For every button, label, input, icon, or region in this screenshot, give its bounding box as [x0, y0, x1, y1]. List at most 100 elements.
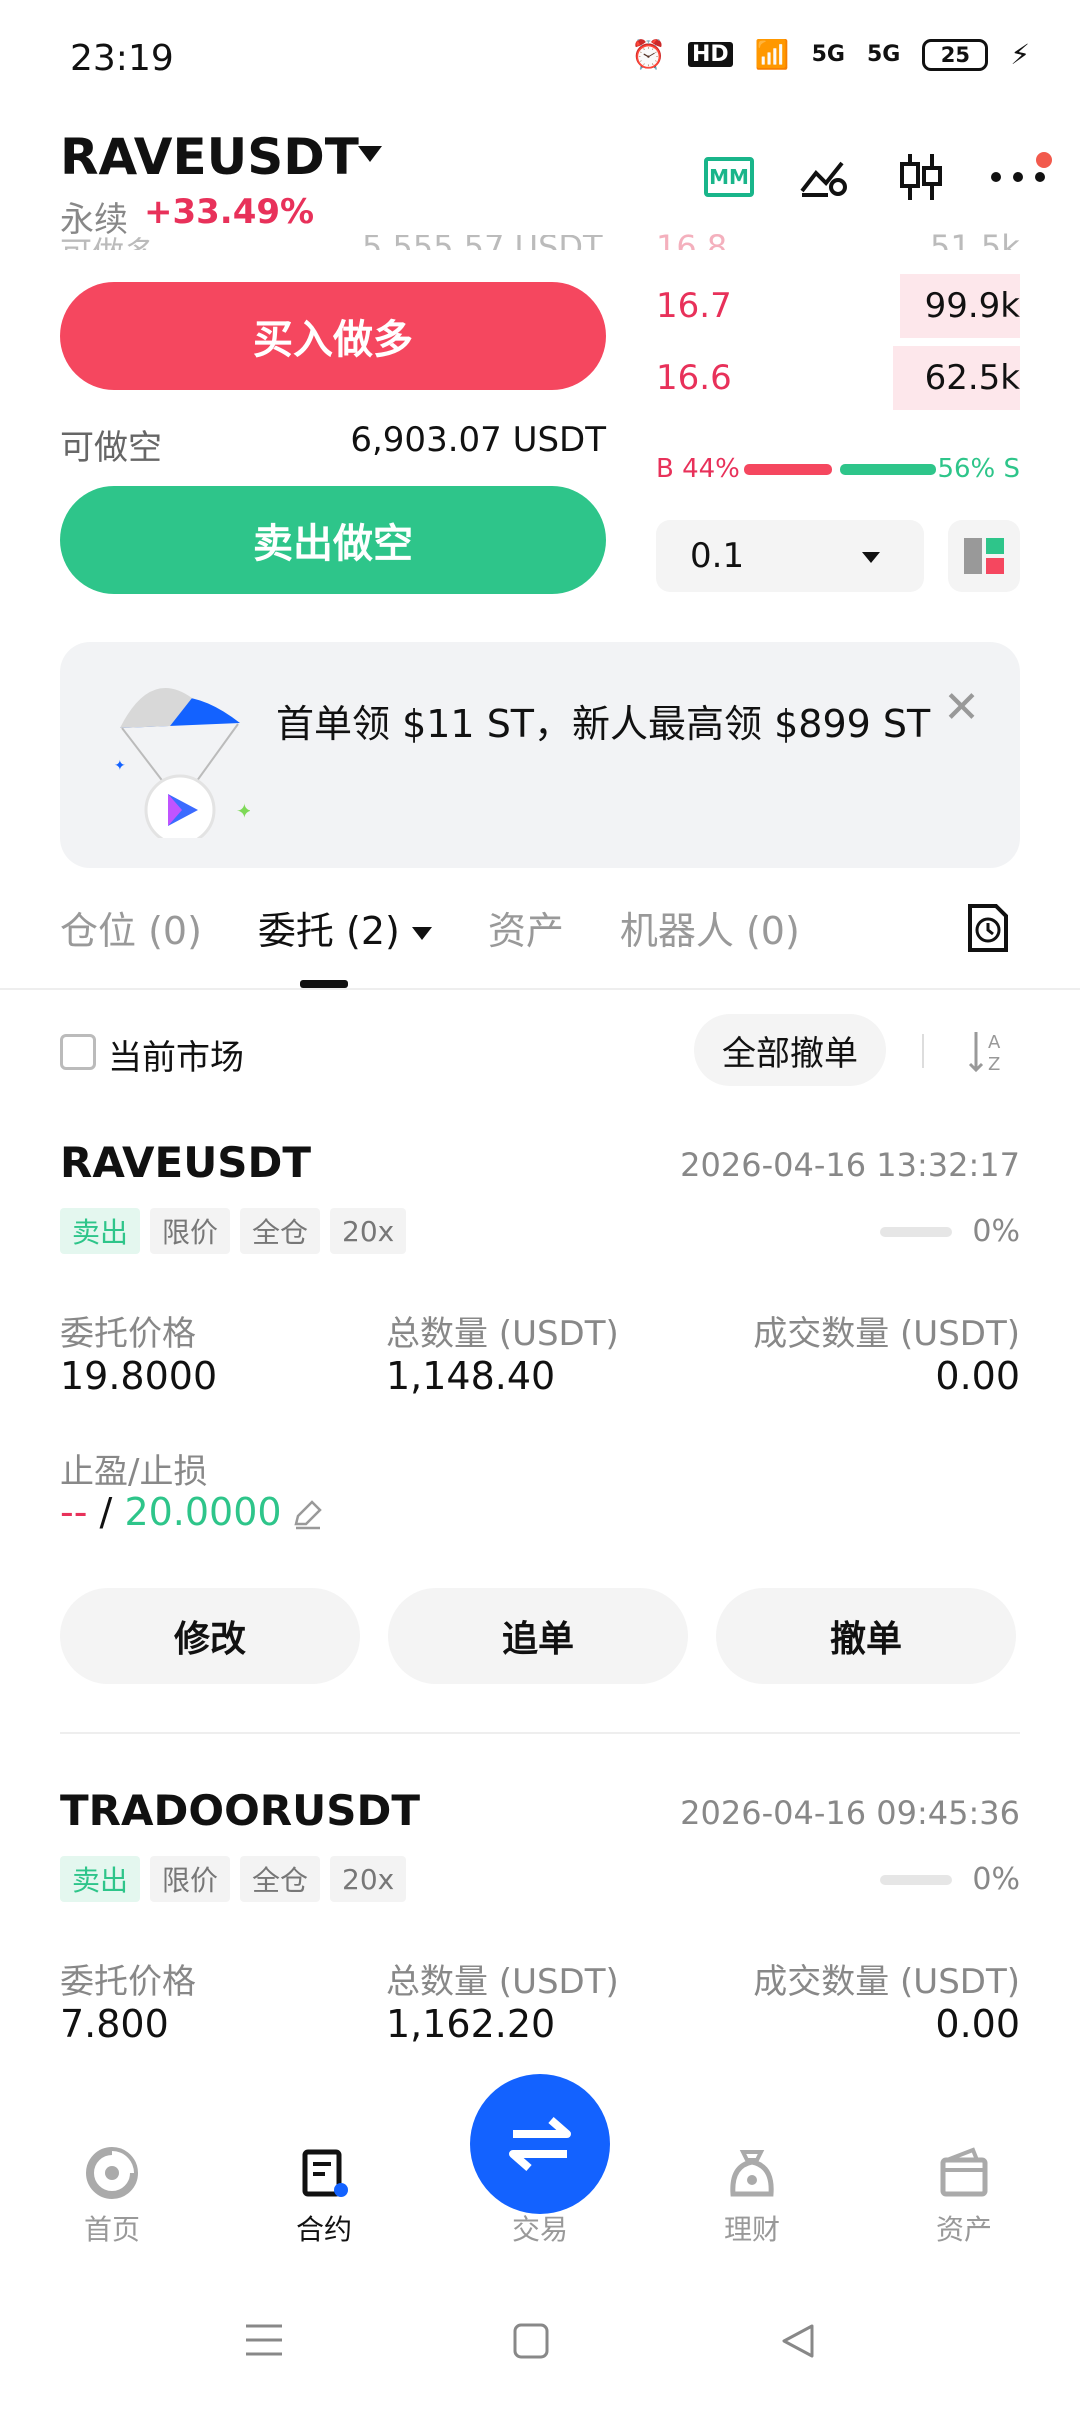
- more-menu[interactable]: [990, 151, 1052, 187]
- signal-icon: 5G: [811, 42, 845, 67]
- svg-text:✦: ✦: [114, 758, 126, 774]
- tab-positions[interactable]: 仓位 (0): [60, 900, 202, 955]
- tab-orders-label: 委托 (2): [257, 909, 400, 953]
- ask-qty: 99.9k: [924, 286, 1020, 326]
- home-icon: [86, 2147, 138, 2199]
- chart-line-icon[interactable]: [798, 155, 852, 199]
- battery-level: 25: [940, 42, 970, 67]
- progress-bar: [880, 1874, 953, 1885]
- order-tags: 卖出 限价 全仓 20x: [60, 1856, 407, 1902]
- system-nav: [0, 2280, 1080, 2412]
- order-time: 2026-04-16 13:32:17: [680, 1146, 1020, 1184]
- ask-price: 16.7: [656, 286, 732, 326]
- svg-text:Z: Z: [988, 1054, 1000, 1075]
- order-tags: 卖出 限价 全仓 20x: [60, 1208, 407, 1254]
- contract-type: 永续: [60, 200, 128, 240]
- sort-az-icon[interactable]: AZ: [966, 1026, 1014, 1076]
- price-step-select[interactable]: 0.1: [656, 520, 924, 592]
- type-tag: 限价: [150, 1856, 231, 1902]
- menu-icon[interactable]: [244, 2322, 284, 2358]
- status-time: 23:19: [70, 38, 174, 79]
- orderbook-row[interactable]: 16.6 62.5k: [656, 346, 1020, 410]
- filled-value: 0.00: [935, 2002, 1020, 2046]
- cancel-all-button[interactable]: 全部撤单: [694, 1014, 886, 1086]
- buy-long-button[interactable]: 买入做多: [60, 282, 606, 390]
- tpsl-separator: /: [99, 1490, 113, 1534]
- history-icon[interactable]: [964, 902, 1012, 954]
- nav-contract[interactable]: 合约: [254, 2138, 394, 2248]
- promo-banner[interactable]: ✦ ✦ 首单领 $11 ST，新人最高领 $899 ST ✕: [60, 642, 1020, 868]
- close-icon[interactable]: ✕: [943, 682, 980, 733]
- trade-fab-button[interactable]: [470, 2074, 610, 2214]
- order-symbol[interactable]: RAVEUSDT: [60, 1138, 311, 1187]
- mm-icon[interactable]: MM: [704, 157, 754, 197]
- tpsl-label: 止盈/止损: [60, 1452, 208, 1492]
- more-icon[interactable]: [990, 171, 1046, 183]
- cancel-order-button[interactable]: 撤单: [716, 1588, 1016, 1684]
- nav-trade-label: 交易: [511, 2213, 568, 2246]
- chevron-down-icon: [862, 552, 880, 563]
- home-button-icon[interactable]: [512, 2322, 550, 2360]
- orderbook-row[interactable]: 16.7 99.9k: [656, 274, 1020, 338]
- pair-dropdown-icon[interactable]: [358, 146, 382, 162]
- back-icon[interactable]: [780, 2322, 818, 2360]
- nav-home-label: 首页: [83, 2213, 140, 2246]
- order-tabs: 仓位 (0) 委托 (2) 资产 机器人 (0): [60, 900, 800, 955]
- swap-icon: [509, 2116, 571, 2172]
- tab-assets[interactable]: 资产: [488, 900, 564, 955]
- bottom-nav: 首页 合约 交易 理财 资产: [0, 2074, 1080, 2280]
- leverage-tag: 20x: [330, 1208, 407, 1254]
- sell-ratio-bar: [840, 464, 936, 475]
- status-icons: ⏰ HD 📶 5G 5G 25 ⚡: [631, 38, 1030, 71]
- battery-icon: 25: [922, 38, 989, 71]
- chase-order-button[interactable]: 追单: [388, 1588, 688, 1684]
- current-market-label[interactable]: 当前市场: [108, 1030, 244, 1079]
- nav-home[interactable]: 首页: [42, 2138, 182, 2248]
- ob-faded-price: 16.8: [656, 228, 728, 250]
- tab-bots[interactable]: 机器人 (0): [620, 900, 800, 955]
- sell-ratio: 56% S: [937, 454, 1020, 484]
- price-value: 7.800: [60, 2002, 169, 2046]
- nav-assets[interactable]: 资产: [894, 2138, 1034, 2248]
- fill-progress: 0%: [880, 1214, 1020, 1249]
- filled-value: 0.00: [935, 1354, 1020, 1398]
- tp-value: --: [60, 1490, 88, 1534]
- type-tag: 限价: [150, 1208, 231, 1254]
- short-available-value: 6,903.07 USDT: [350, 420, 606, 460]
- price-value: 19.8000: [60, 1354, 218, 1398]
- side-tag: 卖出: [60, 1208, 141, 1254]
- tab-orders[interactable]: 委托 (2): [258, 900, 432, 955]
- nav-earn[interactable]: 理财: [682, 2138, 822, 2248]
- wifi-icon: 📶: [754, 38, 790, 71]
- candlestick-icon[interactable]: [896, 150, 946, 204]
- promo-text: 首单领 $11 ST，新人最高领 $899 ST: [276, 702, 931, 746]
- total-label: 总数量 (USDT): [386, 1962, 619, 2002]
- tab-active-indicator: [300, 980, 348, 988]
- modify-button[interactable]: 修改: [60, 1588, 360, 1684]
- edit-icon[interactable]: [292, 1498, 324, 1530]
- side-tag: 卖出: [60, 1856, 141, 1902]
- filled-label: 成交数量 (USDT): [753, 1314, 1020, 1354]
- charging-icon: ⚡: [1010, 38, 1030, 71]
- orderbook-layout-button[interactable]: [948, 520, 1020, 592]
- divider: [922, 1034, 924, 1068]
- short-available-label: 可做空: [60, 428, 162, 468]
- sell-short-button[interactable]: 卖出做空: [60, 486, 606, 594]
- current-market-checkbox[interactable]: [60, 1034, 96, 1070]
- nav-earn-label: 理财: [723, 2213, 780, 2246]
- nav-trade[interactable]: 交易: [470, 2208, 610, 2248]
- fill-progress: 0%: [880, 1862, 1020, 1897]
- wallet-icon: [940, 2147, 988, 2197]
- pair-title[interactable]: RAVEUSDT: [60, 128, 359, 186]
- nav-assets-label: 资产: [935, 2213, 992, 2246]
- tpsl-value: -- / 20.0000: [60, 1490, 282, 1534]
- divider: [0, 988, 1080, 990]
- filled-label: 成交数量 (USDT): [753, 1962, 1020, 2002]
- total-value: 1,162.20: [386, 2002, 556, 2046]
- divider: [60, 1732, 1020, 1734]
- total-value: 1,148.40: [386, 1354, 556, 1398]
- order-symbol[interactable]: TRADOORUSDT: [60, 1786, 420, 1835]
- total-label: 总数量 (USDT): [386, 1314, 619, 1354]
- contract-icon: [302, 2149, 348, 2197]
- svg-text:✦: ✦: [236, 799, 250, 823]
